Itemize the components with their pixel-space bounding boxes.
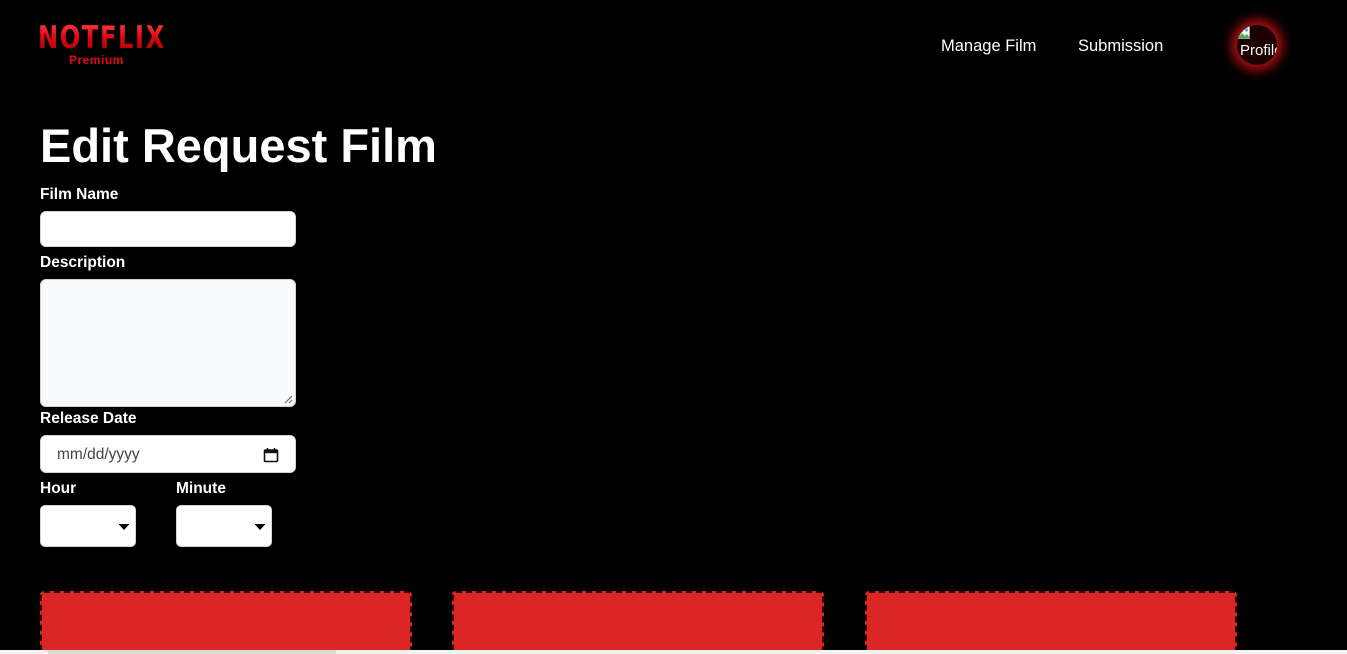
minute-label: Minute (176, 480, 226, 497)
release-date-input[interactable]: mm/dd/yyyy (40, 435, 296, 473)
release-date-label: Release Date (40, 410, 137, 427)
nav-submission-link[interactable]: Submission (1078, 36, 1163, 56)
page-title: Edit Request Film (40, 119, 437, 172)
caret-down-icon (254, 524, 266, 530)
film-name-label: Film Name (40, 186, 119, 203)
nav-manage-film-link[interactable]: Manage Film (941, 36, 1036, 56)
caret-down-icon (118, 524, 130, 530)
film-name-input[interactable] (40, 211, 296, 247)
calendar-icon[interactable] (263, 447, 279, 463)
bottom-strip (0, 650, 1347, 654)
description-textarea[interactable] (40, 279, 296, 407)
logo-wordmark: NOTFLIX (38, 20, 166, 56)
minute-select[interactable] (176, 505, 272, 547)
avatar-alt-text: Profile (1240, 42, 1277, 59)
upload-card-1[interactable] (40, 591, 412, 654)
upload-card-2[interactable] (452, 591, 824, 654)
broken-image-icon (1237, 26, 1250, 39)
notflix-logo[interactable]: NOTFLIX Premium (38, 20, 164, 68)
hour-label: Hour (40, 480, 77, 497)
release-date-placeholder: mm/dd/yyyy (57, 446, 140, 463)
bottom-strip-segment (48, 650, 336, 654)
resize-grip-icon[interactable] (283, 394, 293, 404)
hour-select[interactable] (40, 505, 136, 547)
logo-subtitle: Premium (69, 53, 124, 67)
profile-avatar[interactable]: Profile (1237, 25, 1277, 65)
page: NOTFLIX Premium Manage Film Submission P… (0, 0, 1347, 654)
upload-card-3[interactable] (865, 591, 1237, 654)
description-label: Description (40, 254, 126, 271)
